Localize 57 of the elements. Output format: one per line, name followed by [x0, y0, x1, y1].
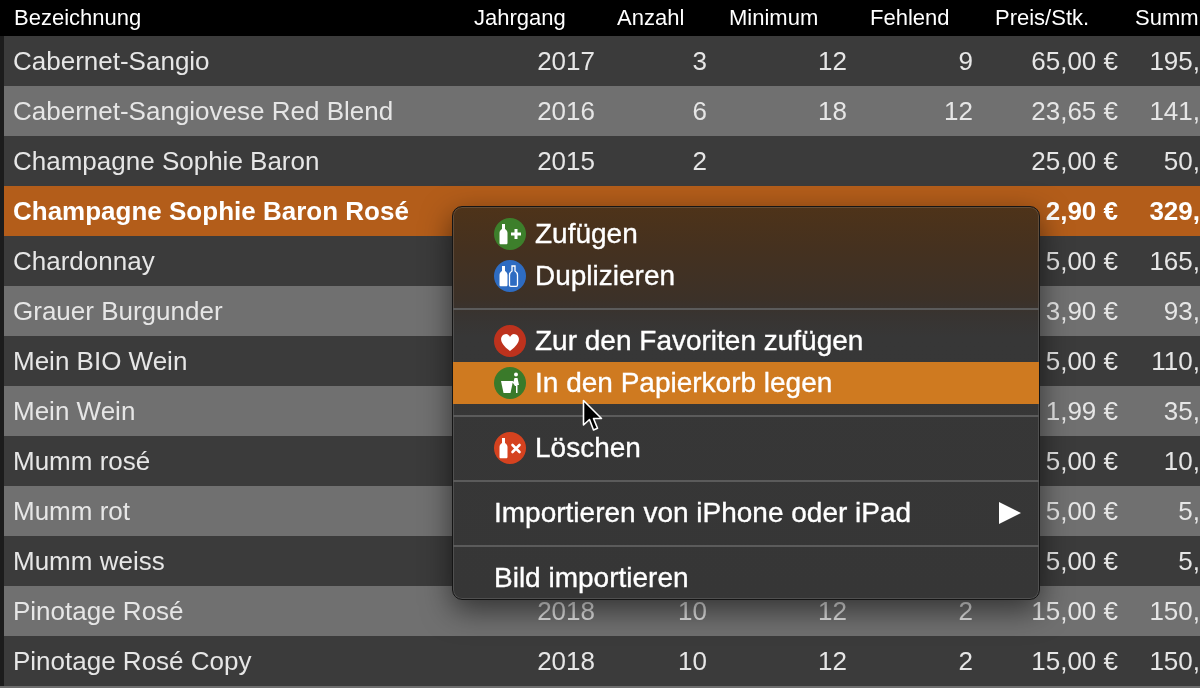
table-cell: Champagne Sophie Baron	[13, 146, 320, 176]
table-cell: 5,00 €	[1045, 346, 1118, 376]
table-cell: 5,00 €	[1045, 246, 1118, 276]
table-cell: 2	[692, 146, 707, 176]
table-cell: 110,	[1151, 346, 1200, 376]
table-cell: Pinotage Rosé Copy	[13, 646, 252, 676]
table-cell: 6	[692, 96, 707, 126]
table-cell: Champagne Sophie Baron Rosé	[13, 196, 409, 226]
table-cell: 165,	[1149, 246, 1200, 276]
table-cell: Chardonnay	[13, 246, 155, 276]
table-cell: 65,00 €	[1031, 46, 1118, 76]
table-cell: Cabernet-Sangiovese Red Blend	[13, 96, 394, 126]
table-cell: Mumm rot	[13, 496, 130, 526]
table-cell: Pinotage Rosé	[13, 596, 184, 626]
table-cell: 50,	[1163, 146, 1200, 176]
table-cell: 93,	[1163, 296, 1200, 326]
table-cell: 10	[678, 646, 707, 676]
table-cell: 3,90 €	[1045, 296, 1118, 326]
table-cell: 18	[818, 96, 847, 126]
table-cell: 2016	[537, 96, 595, 126]
table-cell: 15,00 €	[1031, 646, 1118, 676]
table-cell: Mein BIO Wein	[13, 346, 188, 376]
table-cell: 10,	[1163, 446, 1200, 476]
table-cell: 2	[958, 646, 973, 676]
table-cell: Cabernet-Sangio	[13, 46, 210, 76]
table-cell: 5,	[1178, 496, 1200, 526]
table-cell: Mumm weiss	[13, 546, 165, 576]
table-cell: 2,90 €	[1045, 196, 1118, 226]
table-cell: 5,00 €	[1045, 496, 1118, 526]
table-cell: 2015	[537, 146, 595, 176]
table-cell: 15,00 €	[1031, 596, 1118, 626]
table-cell: 12	[818, 46, 847, 76]
table-cell: 5,00 €	[1045, 546, 1118, 576]
table-cell: Mumm rosé	[13, 446, 151, 476]
table-cell: 2018	[537, 596, 595, 626]
table-cell: 12	[818, 646, 847, 676]
table-cell: 23,65 €	[1031, 96, 1118, 126]
table-cell: 3	[692, 46, 707, 76]
table-cell: 150,	[1149, 596, 1200, 626]
table-cell: 150,	[1149, 646, 1200, 676]
table-cell: 195,	[1149, 46, 1200, 76]
table-cell: 329,	[1149, 196, 1200, 226]
table-cell: 5,00 €	[1045, 446, 1118, 476]
table-cell: Grauer Burgunder	[13, 296, 223, 326]
table-cell: 5,	[1178, 546, 1200, 576]
table-cell: 2018	[537, 646, 595, 676]
table-cell: 2017	[537, 46, 595, 76]
table-cell: 25,00 €	[1031, 146, 1118, 176]
table-cell: Mein Wein	[13, 396, 136, 426]
table-cell: 141,	[1149, 96, 1200, 126]
table-cell: 9	[958, 46, 973, 76]
table-cell: 2	[958, 596, 973, 626]
table-cell: 10	[678, 596, 707, 626]
table-cell: 35,	[1163, 396, 1200, 426]
table-cell: 1,99 €	[1045, 396, 1118, 426]
table-cell: 12	[818, 596, 847, 626]
table-cell: 12	[944, 96, 973, 126]
